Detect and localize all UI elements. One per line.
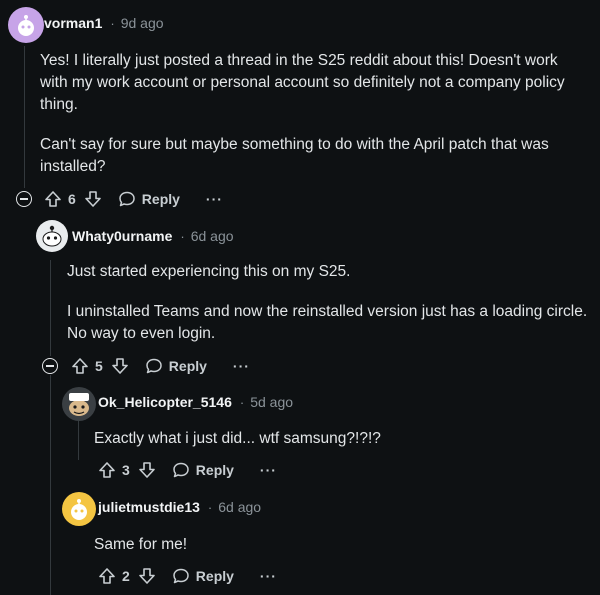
comment-paragraph: Just started experiencing this on my S25…	[67, 263, 351, 280]
separator-dot: ·	[180, 228, 185, 244]
speech-bubble-icon	[173, 568, 189, 584]
username[interactable]: vorman1	[44, 15, 102, 31]
comment-actions: 2 Reply ···	[98, 564, 277, 588]
thread-line-level-3b	[78, 420, 79, 460]
vote-count: 2	[122, 568, 130, 584]
comment-body: Same for me!	[94, 534, 588, 556]
avatar[interactable]	[8, 7, 44, 43]
downvote-arrow-icon	[138, 568, 155, 584]
downvote-button[interactable]	[138, 567, 156, 585]
snoo-avatar-icon	[71, 499, 87, 520]
upvote-arrow-icon	[99, 462, 115, 478]
comment-paragraph: Exactly what i just did... wtf samsung?!…	[94, 430, 381, 447]
username[interactable]: Whaty0urname	[72, 228, 172, 244]
username[interactable]: julietmustdie13	[98, 499, 200, 515]
downvote-arrow-icon	[138, 462, 155, 478]
snoo-avatar-icon	[69, 393, 89, 416]
reply-button[interactable]: Reply	[172, 567, 234, 585]
snoo-avatar-icon	[42, 225, 62, 247]
downvote-button[interactable]	[84, 190, 102, 208]
vote-count: 3	[122, 462, 130, 478]
reply-label: Reply	[195, 462, 234, 478]
separator-dot: ·	[239, 394, 245, 410]
downvote-arrow-icon	[111, 358, 128, 374]
avatar[interactable]	[62, 387, 96, 421]
vote-count: 5	[95, 358, 103, 374]
speech-bubble-icon	[173, 462, 189, 478]
thread-line-level-2	[50, 260, 51, 356]
upvote-button[interactable]	[44, 190, 62, 208]
collapse-thread-button[interactable]	[42, 358, 58, 374]
upvote-arrow-icon	[72, 358, 88, 374]
reply-label: Reply	[195, 568, 234, 584]
upvote-button[interactable]	[98, 567, 116, 585]
avatar[interactable]	[36, 220, 68, 252]
thread-line-level-3	[50, 375, 51, 595]
comment-paragraph: I uninstalled Teams and now the reinstal…	[67, 303, 588, 342]
reply-label: Reply	[141, 191, 180, 207]
reply-button[interactable]: Reply	[145, 357, 207, 375]
vote-count: 6	[68, 191, 76, 207]
avatar[interactable]	[62, 492, 96, 526]
comment-actions: 6 Reply ···	[44, 187, 223, 211]
comment-body: Just started experiencing this on my S25…	[67, 261, 588, 345]
thread-line-level-1	[24, 46, 25, 188]
timestamp[interactable]: 6d ago	[191, 228, 234, 244]
upvote-arrow-icon	[45, 191, 61, 207]
timestamp[interactable]: 5d ago	[250, 394, 293, 410]
separator-dot: ·	[207, 499, 213, 515]
downvote-button[interactable]	[138, 461, 156, 479]
comment-actions: 5 Reply ···	[71, 354, 250, 378]
snoo-avatar-icon	[18, 15, 34, 36]
downvote-arrow-icon	[84, 191, 101, 207]
upvote-button[interactable]	[98, 461, 116, 479]
comment-paragraph: Can't say for sure but maybe something t…	[40, 136, 549, 175]
more-options-button[interactable]: ···	[233, 358, 250, 374]
upvote-button[interactable]	[71, 357, 89, 375]
username[interactable]: Ok_Helicopter_5146	[98, 394, 232, 410]
reply-button[interactable]: Reply	[118, 190, 180, 208]
speech-bubble-icon	[146, 358, 162, 374]
upvote-arrow-icon	[99, 568, 115, 584]
comment-actions: 3 Reply ···	[98, 458, 277, 482]
downvote-button[interactable]	[111, 357, 129, 375]
speech-bubble-icon	[119, 191, 135, 207]
comment-paragraph: Yes! I literally just posted a thread in…	[40, 52, 565, 113]
collapse-thread-button[interactable]	[16, 191, 32, 207]
reply-button[interactable]: Reply	[172, 461, 234, 479]
comment-paragraph: Same for me!	[94, 536, 188, 553]
timestamp[interactable]: 6d ago	[218, 499, 261, 515]
more-options-button[interactable]: ···	[260, 462, 277, 478]
reply-label: Reply	[168, 358, 207, 374]
comment-body: Yes! I literally just posted a thread in…	[40, 50, 588, 178]
more-options-button[interactable]: ···	[206, 191, 223, 207]
comment-body: Exactly what i just did... wtf samsung?!…	[94, 428, 588, 450]
separator-dot: ·	[110, 15, 115, 31]
timestamp[interactable]: 9d ago	[121, 15, 164, 31]
more-options-button[interactable]: ···	[260, 568, 277, 584]
